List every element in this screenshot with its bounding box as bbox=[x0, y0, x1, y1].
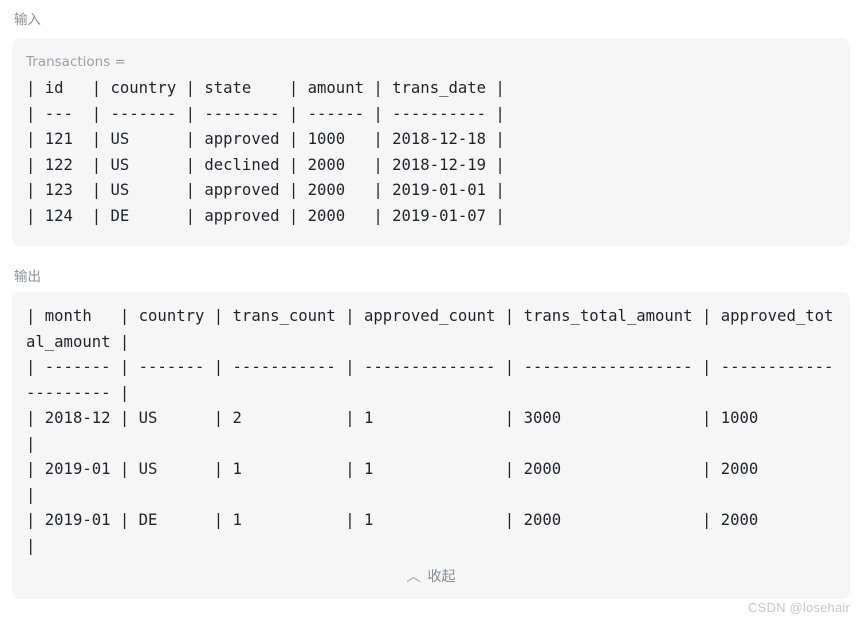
page-root: 输入 Transactions = | id | country | state… bbox=[0, 0, 862, 619]
input-table-text: | id | country | state | amount | trans_… bbox=[26, 79, 505, 225]
csdn-watermark: CSDN @losehair bbox=[748, 600, 850, 615]
input-card-inner: Transactions = | id | country | state | … bbox=[12, 38, 850, 237]
output-section-label: 输出 bbox=[14, 269, 41, 285]
chevron-up-icon: ︿ bbox=[406, 569, 421, 585]
collapse-button[interactable]: ︿ 收起 bbox=[12, 555, 850, 599]
collapse-button-label: 收起 bbox=[427, 569, 456, 585]
transactions-variable-label: Transactions = bbox=[26, 54, 126, 70]
output-card-inner: | month | country | trans_count | approv… bbox=[12, 292, 850, 567]
input-section-label: 输入 bbox=[14, 12, 41, 28]
output-table-text: | month | country | trans_count | approv… bbox=[26, 307, 834, 555]
output-code-card: | month | country | trans_count | approv… bbox=[12, 292, 850, 599]
input-code-card: Transactions = | id | country | state | … bbox=[12, 38, 850, 246]
